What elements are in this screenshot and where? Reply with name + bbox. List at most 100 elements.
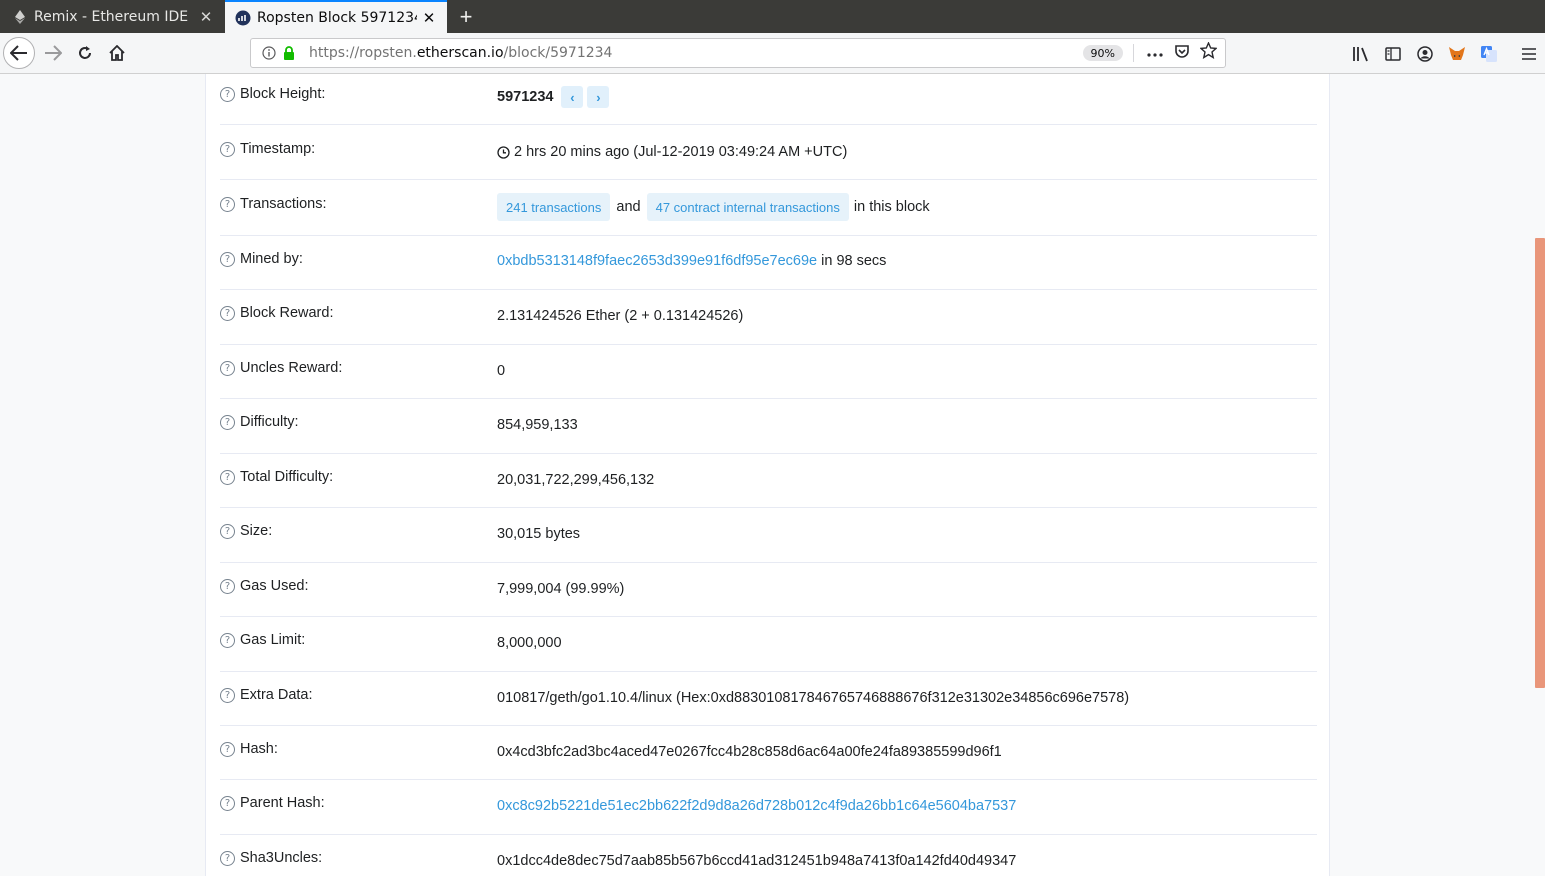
label-text: Sha3Uncles: <box>240 850 323 866</box>
help-icon[interactable]: ? <box>220 741 235 757</box>
row-label: ? Extra Data: <box>220 687 313 703</box>
tab-remix[interactable]: Remix - Ethereum IDE ✕ <box>0 0 224 33</box>
url-path: /block/5971234 <box>503 45 613 61</box>
row-label: ? Size: <box>220 523 272 539</box>
forward-arrow-icon <box>45 45 62 61</box>
extra-data-value: 010817/geth/go1.10.4/linux (Hex:0xd88301… <box>497 690 1130 706</box>
size-row: ? Size: 30,015 bytes <box>220 508 1317 563</box>
page-actions-icon[interactable] <box>1146 44 1164 62</box>
row-value: 0x1dcc4de8dec75d7aab85b567b6ccd41ad31245… <box>497 853 1016 869</box>
label-text: Total Difficulty: <box>240 469 334 485</box>
transactions-link[interactable]: 241 transactions <box>497 193 611 221</box>
bookmark-star-icon[interactable] <box>1199 41 1218 64</box>
help-icon[interactable]: ? <box>220 578 235 594</box>
account-icon[interactable] <box>1409 38 1441 70</box>
close-tab-icon[interactable]: ✕ <box>194 8 218 26</box>
help-icon[interactable]: ? <box>220 305 235 321</box>
help-icon[interactable]: ? <box>220 850 235 866</box>
row-value: 5971234 ‹ › <box>497 86 610 108</box>
sha3uncles-row: ? Sha3Uncles: 0x1dcc4de8dec75d7aab85b567… <box>220 835 1317 876</box>
previous-block-button[interactable]: ‹ <box>561 86 584 108</box>
navigation-toolbar: https://ropsten.etherscan.io/block/59712… <box>0 33 1545 74</box>
row-value: 241 transactions and 47 contract interna… <box>497 193 930 221</box>
home-icon <box>109 45 125 61</box>
row-value: 0xbdb5313148f9faec2653d399e91f6df95e7ec6… <box>497 253 886 269</box>
toolbar-right <box>1345 33 1545 74</box>
parent-hash-row: ? Parent Hash: 0xc8c92b5221de51ec2bb622f… <box>220 780 1317 835</box>
row-value: 0x4cd3bfc2ad3bc4aced47e0267fcc4b28c858d6… <box>497 744 1002 760</box>
url-text[interactable]: https://ropsten.etherscan.io/block/59712… <box>309 45 612 61</box>
help-icon[interactable]: ? <box>220 523 235 539</box>
url-domain: etherscan.io <box>416 45 504 61</box>
row-value: 0xc8c92b5221de51ec2bb622f2d9d8a26d728b01… <box>497 798 1016 814</box>
reload-button[interactable] <box>69 37 101 69</box>
library-icon[interactable] <box>1345 38 1377 70</box>
page-scrollbar[interactable] <box>1535 74 1545 876</box>
internal-transactions-link[interactable]: 47 contract internal transactions <box>646 193 849 221</box>
info-icon[interactable] <box>259 46 279 60</box>
etherscan-favicon-icon <box>235 10 251 26</box>
gas-limit-row: ? Gas Limit: 8,000,000 <box>220 617 1317 672</box>
tab-bar: Remix - Ethereum IDE ✕ Ropsten Block 597… <box>0 0 1545 33</box>
zoom-indicator[interactable]: 90% <box>1082 45 1123 61</box>
uncles-reward-row: ? Uncles Reward: 0 <box>220 345 1317 399</box>
help-icon[interactable]: ? <box>220 86 235 102</box>
extra-data-row: ? Extra Data: 010817/geth/go1.10.4/linux… <box>220 672 1317 726</box>
difficulty-row: ? Difficulty: 854,959,133 <box>220 399 1317 454</box>
new-tab-button[interactable]: + <box>452 0 480 33</box>
page-viewport: ? Block Height: 5971234 ‹ › ? Timestamp: <box>0 74 1545 876</box>
help-icon[interactable]: ? <box>220 414 235 430</box>
back-button[interactable] <box>3 37 35 69</box>
lock-icon[interactable] <box>283 46 299 60</box>
row-value: 010817/geth/go1.10.4/linux (Hex:0xd88301… <box>497 690 1129 706</box>
scrollbar-thumb[interactable] <box>1535 238 1545 688</box>
label-text: Difficulty: <box>240 414 299 430</box>
sidebar-icon[interactable] <box>1377 38 1409 70</box>
pocket-icon[interactable] <box>1174 43 1190 64</box>
in-block-text: in this block <box>853 199 930 215</box>
url-bar[interactable]: https://ropsten.etherscan.io/block/59712… <box>250 38 1226 68</box>
tab-etherscan[interactable]: Ropsten Block 5971234 | ✕ <box>225 0 447 33</box>
row-value: 854,959,133 <box>497 417 578 433</box>
row-value: 8,000,000 <box>497 635 562 651</box>
transactions-row: ? Transactions: 241 transactions and 47 … <box>220 180 1317 236</box>
translate-icon[interactable] <box>1473 38 1505 70</box>
row-label: ? Uncles Reward: <box>220 360 342 376</box>
row-label: ? Parent Hash: <box>220 795 325 811</box>
forward-button[interactable] <box>37 37 69 69</box>
help-icon[interactable]: ? <box>220 196 235 212</box>
ethereum-icon <box>12 9 28 25</box>
row-value: 30,015 bytes <box>497 526 580 542</box>
close-tab-icon[interactable]: ✕ <box>417 9 441 27</box>
label-text: Uncles Reward: <box>240 360 343 376</box>
metamask-fox-icon[interactable] <box>1441 38 1473 70</box>
help-icon[interactable]: ? <box>220 687 235 703</box>
row-value: 2.131424526 Ether (2 + 0.131424526) <box>497 308 743 324</box>
menu-icon[interactable] <box>1513 38 1545 70</box>
help-icon[interactable]: ? <box>220 141 235 157</box>
help-icon[interactable]: ? <box>220 360 235 376</box>
home-button[interactable] <box>101 37 133 69</box>
help-icon[interactable]: ? <box>220 469 235 485</box>
parent-hash-link[interactable]: 0xc8c92b5221de51ec2bb622f2d9d8a26d728b01… <box>497 798 1016 814</box>
help-icon[interactable]: ? <box>220 632 235 648</box>
label-text: Block Height: <box>240 86 326 102</box>
row-label: ? Difficulty: <box>220 414 299 430</box>
help-icon[interactable]: ? <box>220 795 235 811</box>
size-value: 30,015 bytes <box>497 526 581 542</box>
label-text: Mined by: <box>240 251 303 267</box>
label-text: Parent Hash: <box>240 795 325 811</box>
miner-address-link[interactable]: 0xbdb5313148f9faec2653d399e91f6df95e7ec6… <box>497 253 817 269</box>
timestamp-value: 2 hrs 20 mins ago (Jul-12-2019 03:49:24 … <box>514 144 848 160</box>
clock-icon <box>497 145 510 159</box>
help-icon[interactable]: ? <box>220 251 235 267</box>
next-block-button[interactable]: › <box>587 86 610 108</box>
gas-limit-value: 8,000,000 <box>497 635 562 651</box>
row-label: ? Gas Limit: <box>220 632 305 648</box>
label-text: Size: <box>240 523 273 539</box>
back-arrow-icon <box>10 45 27 61</box>
label-text: Timestamp: <box>240 141 316 157</box>
sha3uncles-value: 0x1dcc4de8dec75d7aab85b567b6ccd41ad31245… <box>497 853 1017 869</box>
separator <box>1133 44 1134 62</box>
url-scheme: https://ropsten. <box>309 45 417 61</box>
